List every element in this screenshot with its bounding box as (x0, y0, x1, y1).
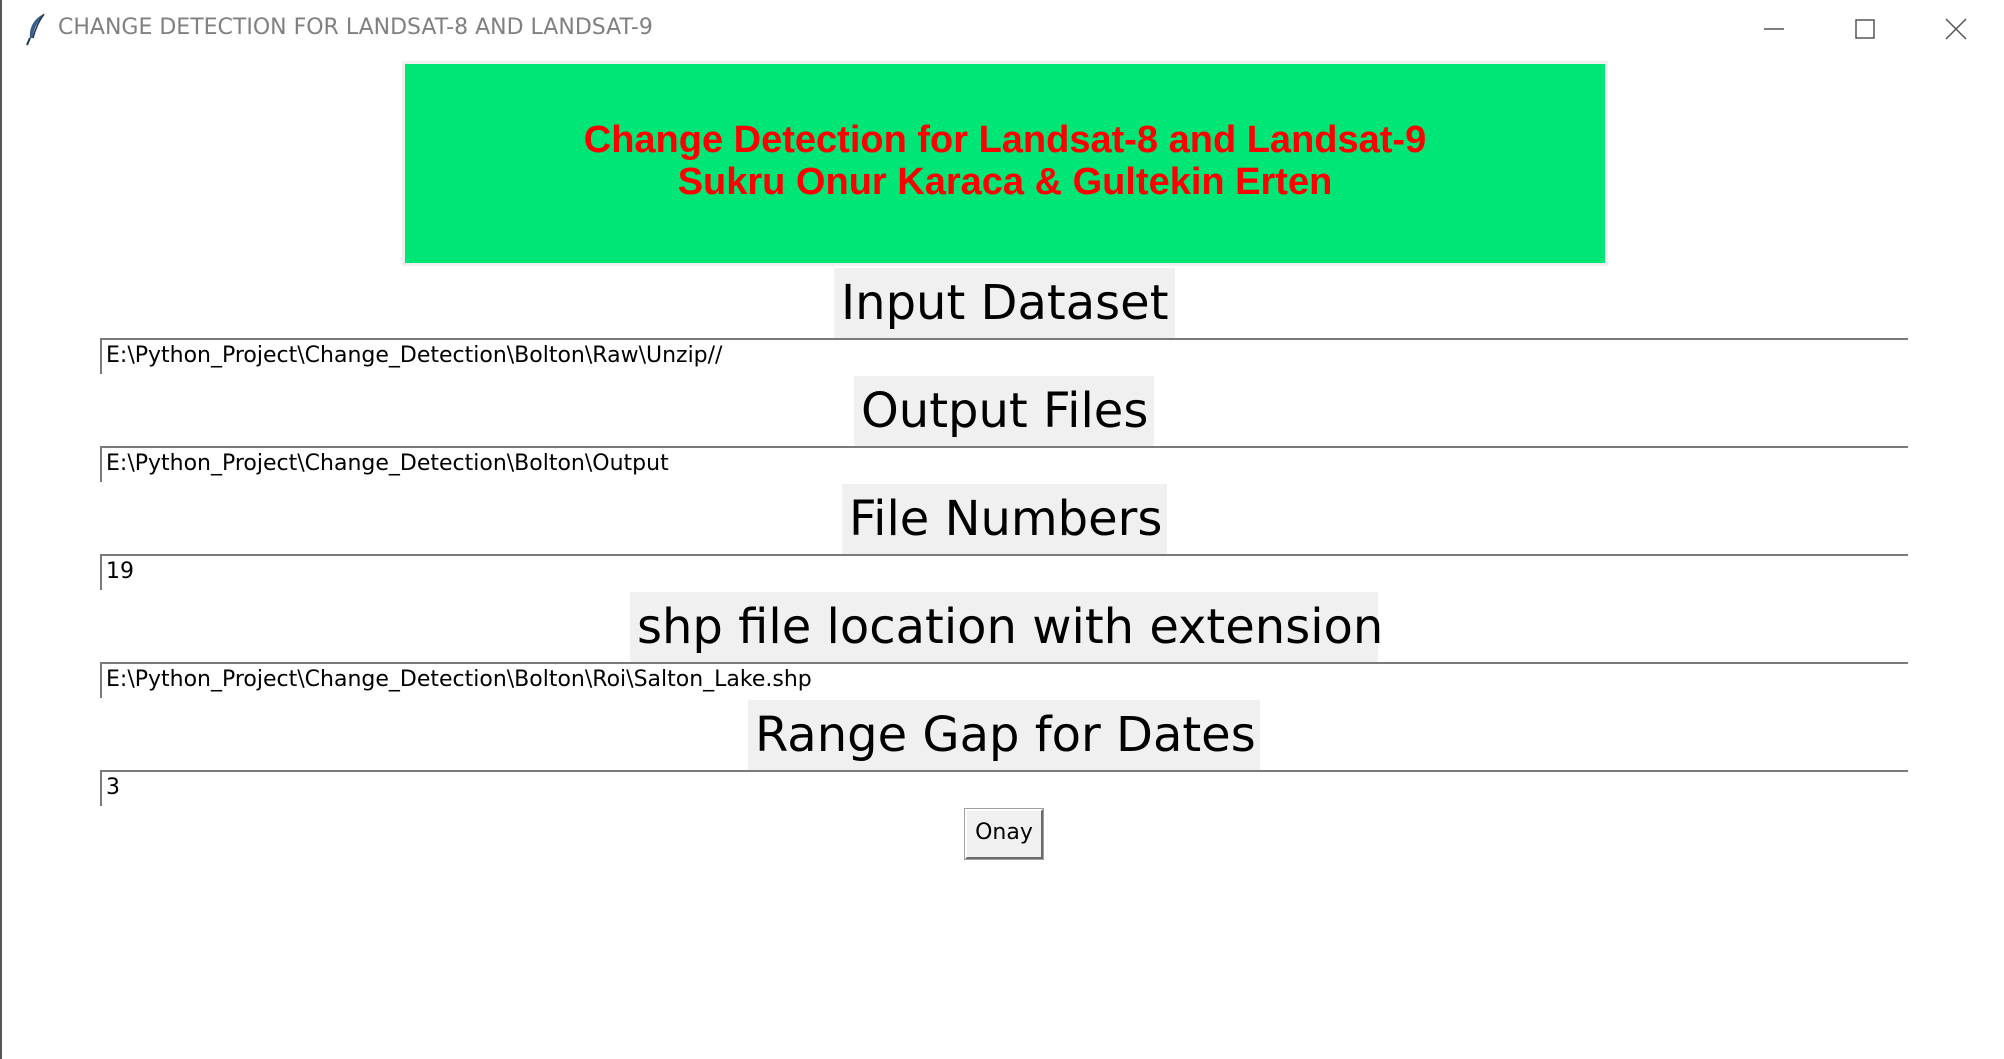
close-icon (1945, 18, 1967, 40)
file-numbers-label: File Numbers (842, 484, 1167, 554)
range-gap-label: Range Gap for Dates (748, 700, 1260, 770)
shp-file-field[interactable]: E:\Python_Project\Change_Detection\Bolto… (100, 662, 1908, 698)
close-button[interactable] (1910, 0, 2002, 58)
title-bar[interactable]: CHANGE DETECTION FOR LANDSAT-8 AND LANDS… (2, 0, 2004, 58)
onay-button[interactable]: Onay (965, 809, 1043, 859)
feather-icon (26, 13, 45, 46)
window-title: CHANGE DETECTION FOR LANDSAT-8 AND LANDS… (58, 15, 653, 40)
maximize-button[interactable] (1819, 0, 1911, 58)
file-numbers-field[interactable]: 19 (100, 554, 1908, 590)
minimize-button[interactable] (1728, 0, 1820, 58)
input-dataset-label: Input Dataset (834, 268, 1175, 338)
banner-authors: Sukru Onur Karaca & Gultekin Erten (677, 160, 1333, 203)
banner-title: Change Detection for Landsat-8 and Lands… (583, 118, 1427, 161)
range-gap-field[interactable]: 3 (100, 770, 1908, 806)
minimize-icon (1764, 28, 1784, 30)
shp-file-label: shp file location with extension (630, 592, 1383, 662)
output-files-label: Output Files (854, 376, 1154, 446)
maximize-icon (1855, 19, 1875, 39)
app-window: CHANGE DETECTION FOR LANDSAT-8 AND LANDS… (0, 0, 2004, 1059)
header-banner: Change Detection for Landsat-8 and Lands… (402, 61, 1608, 266)
output-files-field[interactable]: E:\Python_Project\Change_Detection\Bolto… (100, 446, 1908, 482)
input-dataset-field[interactable]: E:\Python_Project\Change_Detection\Bolto… (100, 338, 1908, 374)
